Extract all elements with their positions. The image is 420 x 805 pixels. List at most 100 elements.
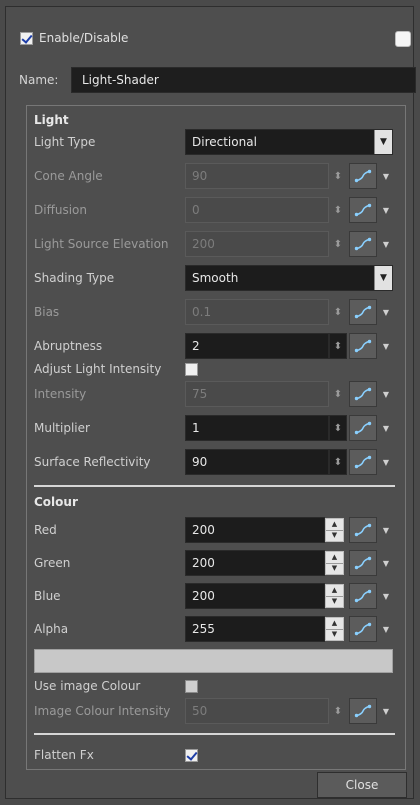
function-curve-button[interactable] xyxy=(349,163,377,189)
chevron-down-icon[interactable]: ▼ xyxy=(380,517,392,543)
row-multiplier: Multiplier 1 ⬍ ▼ xyxy=(34,415,399,441)
function-curve-button[interactable] xyxy=(349,449,377,475)
light-section-title: Light xyxy=(34,113,69,127)
row-adjust-intensity: Adjust Light Intensity xyxy=(34,356,399,382)
use-image-colour-checkbox[interactable] xyxy=(185,680,198,693)
function-curve-icon xyxy=(354,387,372,401)
row-flatten-fx: Flatten Fx xyxy=(34,742,399,768)
blue-label: Blue xyxy=(34,589,61,603)
function-curve-button[interactable] xyxy=(349,299,377,325)
bias-field[interactable]: 0.1 xyxy=(185,299,329,325)
chevron-down-icon[interactable]: ▼ xyxy=(380,163,392,189)
row-cone-angle: Cone Angle 90 ⬍ ▼ xyxy=(34,163,399,189)
diffusion-label: Diffusion xyxy=(34,203,87,217)
chevron-down-icon[interactable]: ▼ xyxy=(380,231,392,257)
spin-arrows-icon[interactable]: ▲ ▼ xyxy=(325,584,344,608)
alpha-field[interactable]: 255 xyxy=(185,616,325,642)
spin-arrows-icon[interactable]: ⬍ xyxy=(329,163,347,189)
multiplier-label: Multiplier xyxy=(34,421,90,435)
function-curve-icon xyxy=(354,523,372,537)
red-field[interactable]: 200 xyxy=(185,517,325,543)
function-curve-icon xyxy=(354,589,372,603)
spin-arrows-icon[interactable]: ⬍ xyxy=(329,415,347,441)
shading-type-select[interactable]: Smooth ▼ xyxy=(185,265,393,291)
flatten-fx-label: Flatten Fx xyxy=(34,748,94,762)
function-curve-button[interactable] xyxy=(349,698,377,724)
spin-arrows-icon[interactable]: ⬍ xyxy=(329,698,347,724)
chevron-down-icon[interactable]: ▼ xyxy=(374,130,392,154)
layer-color-swatch[interactable] xyxy=(395,31,411,47)
function-curve-button[interactable] xyxy=(349,197,377,223)
spin-arrows-icon[interactable]: ▲ ▼ xyxy=(325,551,344,575)
row-shading-type: Shading Type Smooth ▼ xyxy=(34,265,399,291)
chevron-down-icon[interactable]: ▼ xyxy=(380,550,392,576)
spin-arrows-icon[interactable]: ⬍ xyxy=(329,299,347,325)
enable-row: Enable/Disable xyxy=(20,31,128,45)
green-field[interactable]: 200 xyxy=(185,550,325,576)
spin-arrows-icon[interactable]: ⬍ xyxy=(329,197,347,223)
function-curve-icon xyxy=(354,556,372,570)
chevron-down-icon[interactable]: ▼ xyxy=(380,449,392,475)
chevron-down-icon[interactable]: ▼ xyxy=(380,616,392,642)
chevron-down-icon[interactable]: ▼ xyxy=(380,381,392,407)
image-colour-intensity-field[interactable]: 50 xyxy=(185,698,329,724)
chevron-down-icon[interactable]: ▼ xyxy=(380,197,392,223)
function-curve-button[interactable] xyxy=(349,415,377,441)
cone-angle-field[interactable]: 90 xyxy=(185,163,329,189)
layer-properties-window: Enable/Disable Name: Light-Shader Light … xyxy=(5,6,416,799)
blue-field[interactable]: 200 xyxy=(185,583,325,609)
function-curve-button[interactable] xyxy=(349,550,377,576)
spin-arrows-icon[interactable]: ▲ ▼ xyxy=(325,617,344,641)
row-alpha: Alpha 255 ▲ ▼ ▼ xyxy=(34,616,399,642)
name-input[interactable]: Light-Shader xyxy=(71,67,416,93)
elevation-field[interactable]: 200 xyxy=(185,231,329,257)
cone-angle-label: Cone Angle xyxy=(34,169,103,183)
name-row: Name: Light-Shader xyxy=(19,67,416,93)
function-curve-icon xyxy=(354,237,372,251)
name-label: Name: xyxy=(19,73,59,87)
function-curve-icon xyxy=(354,704,372,718)
function-curve-button[interactable] xyxy=(349,381,377,407)
diffusion-field[interactable]: 0 xyxy=(185,197,329,223)
adjust-intensity-label: Adjust Light Intensity xyxy=(34,362,162,376)
row-use-image-colour: Use image Colour xyxy=(34,673,399,699)
row-surface-reflectivity: Surface Reflectivity 90 ⬍ ▼ xyxy=(34,449,399,475)
light-type-select[interactable]: Directional ▼ xyxy=(185,129,393,155)
multiplier-field[interactable]: 1 xyxy=(185,415,329,441)
intensity-field[interactable]: 75 xyxy=(185,381,329,407)
adjust-intensity-checkbox[interactable] xyxy=(185,363,198,376)
chevron-down-icon[interactable]: ▼ xyxy=(380,698,392,724)
spin-arrows-icon[interactable]: ▲ ▼ xyxy=(325,518,344,542)
function-curve-button[interactable] xyxy=(349,517,377,543)
spin-arrows-icon[interactable]: ⬍ xyxy=(329,381,347,407)
row-bias: Bias 0.1 ⬍ ▼ xyxy=(34,299,399,325)
chevron-down-icon[interactable]: ▼ xyxy=(380,583,392,609)
use-image-colour-label: Use image Colour xyxy=(34,679,141,693)
row-green: Green 200 ▲ ▼ ▼ xyxy=(34,550,399,576)
enable-checkbox[interactable] xyxy=(20,31,33,45)
row-light-type: Light Type Directional ▼ xyxy=(34,129,399,155)
function-curve-icon xyxy=(354,169,372,183)
chevron-down-icon[interactable]: ▼ xyxy=(374,266,392,290)
close-button[interactable]: Close xyxy=(317,772,407,798)
function-curve-icon xyxy=(354,305,372,319)
flatten-fx-checkbox[interactable] xyxy=(185,749,198,762)
spin-arrows-icon[interactable]: ⬍ xyxy=(329,449,347,475)
function-curve-button[interactable] xyxy=(349,583,377,609)
colour-section-title: Colour xyxy=(34,495,78,509)
chevron-down-icon[interactable]: ▼ xyxy=(380,415,392,441)
function-curve-icon xyxy=(354,203,372,217)
surface-reflectivity-field[interactable]: 90 xyxy=(185,449,329,475)
spin-arrows-icon[interactable]: ⬍ xyxy=(329,231,347,257)
row-intensity: Intensity 75 ⬍ ▼ xyxy=(34,381,399,407)
function-curve-icon xyxy=(354,455,372,469)
function-curve-button[interactable] xyxy=(349,231,377,257)
enable-label: Enable/Disable xyxy=(39,31,129,45)
colour-preview-swatch[interactable] xyxy=(34,649,393,673)
chevron-down-icon[interactable]: ▼ xyxy=(380,299,392,325)
red-label: Red xyxy=(34,523,57,537)
row-red: Red 200 ▲ ▼ ▼ xyxy=(34,517,399,543)
function-curve-button[interactable] xyxy=(349,616,377,642)
shading-type-value: Smooth xyxy=(192,271,239,285)
row-blue: Blue 200 ▲ ▼ ▼ xyxy=(34,583,399,609)
